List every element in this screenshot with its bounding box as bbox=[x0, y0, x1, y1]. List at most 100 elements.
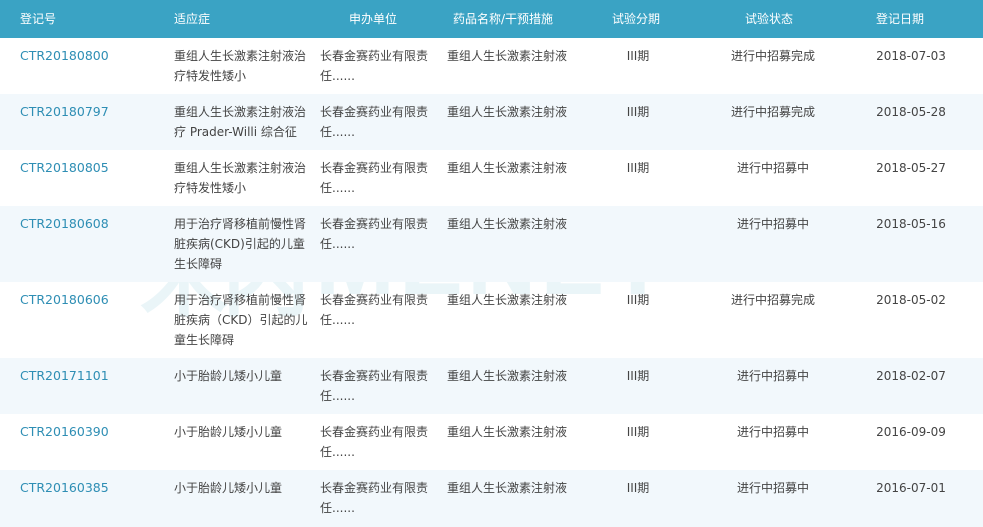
table-row[interactable]: CTR20160390 小于胎龄儿矮小儿童 长春金赛药业有限责 任...... 重组人生… bbox=[0, 414, 983, 470]
indication-cell: 用于治疗肾移植前慢性肾 脏疾病(CKD)引起的儿童 生长障碍 bbox=[174, 214, 312, 274]
registration-no-link[interactable]: CTR20180805 bbox=[20, 160, 109, 175]
indication-line: 小于胎龄儿矮小儿童 bbox=[174, 369, 283, 383]
drug-cell: 重组人生长激素注射液 bbox=[447, 161, 568, 175]
status-cell: 进行中招募完成 bbox=[730, 293, 815, 307]
applicant-cell: 长春金赛药业有限责 任...... bbox=[320, 214, 438, 254]
trial-table-body: CTR20180800 重组人生长激素注射液治 疗特发性矮小 长春金赛药业有限责 任..… bbox=[0, 38, 983, 527]
registration-no-link[interactable]: CTR20180608 bbox=[20, 216, 109, 231]
header-applicant: 申办单位 bbox=[349, 12, 398, 26]
table-row[interactable]: CTR20180608 用于治疗肾移植前慢性肾 脏疾病(CKD)引起的儿童 生长障碍长… bbox=[0, 206, 983, 282]
registration-no-link[interactable]: CTR20160385 bbox=[20, 480, 109, 495]
registration-no-cell: CTR20160385 bbox=[20, 478, 160, 498]
indication-line: 疗 Prader-Willi 综合征 bbox=[174, 125, 297, 139]
applicant-line: 任...... bbox=[320, 237, 355, 251]
header-indication: 适应症 bbox=[174, 12, 211, 26]
status-cell: 进行中招募中 bbox=[736, 369, 809, 383]
table-row[interactable]: CTR20180805 重组人生长激素注射液治 疗特发性矮小 长春金赛药业有限责 任..… bbox=[0, 150, 983, 206]
status-cell: 进行中招募中 bbox=[736, 481, 809, 495]
phase-cell: III期 bbox=[626, 481, 650, 495]
applicant-line: 任...... bbox=[320, 69, 355, 83]
table-row[interactable]: CTR20160385 小于胎龄儿矮小儿童 长春金赛药业有限责 任...... 重组人生… bbox=[0, 470, 983, 527]
status-cell: 进行中招募完成 bbox=[730, 105, 815, 119]
applicant-cell: 长春金赛药业有限责 任...... bbox=[320, 102, 438, 142]
date-cell: 2018-07-03 bbox=[876, 49, 946, 63]
indication-cell: 重组人生长激素注射液治疗 Prader-Willi 综合征 bbox=[174, 102, 312, 142]
registration-no-link[interactable]: CTR20171101 bbox=[20, 368, 109, 383]
table-row[interactable]: CTR20180800 重组人生长激素注射液治 疗特发性矮小 长春金赛药业有限责 任..… bbox=[0, 38, 983, 94]
indication-cell: 重组人生长激素注射液治 疗特发性矮小 bbox=[174, 158, 312, 198]
drug-cell: 重组人生长激素注射液 bbox=[447, 105, 568, 119]
date-cell: 2016-07-01 bbox=[876, 481, 946, 495]
registration-no-cell: CTR20180797 bbox=[20, 102, 160, 122]
applicant-line: 长春金赛药业有限责 bbox=[320, 425, 429, 439]
registration-no-link[interactable]: CTR20180606 bbox=[20, 292, 109, 307]
applicant-line: 长春金赛药业有限责 bbox=[320, 49, 429, 63]
header-phase: 试验分期 bbox=[612, 12, 661, 26]
applicant-line: 长春金赛药业有限责 bbox=[320, 481, 429, 495]
applicant-line: 任...... bbox=[320, 389, 355, 403]
drug-cell: 重组人生长激素注射液 bbox=[447, 369, 568, 383]
table-row[interactable]: CTR20180606 用于治疗肾移植前慢性肾 脏疾病（CKD）引起的儿 童生长障碍长… bbox=[0, 282, 983, 358]
registration-no-cell: CTR20171101 bbox=[20, 366, 160, 386]
header-date: 登记日期 bbox=[876, 12, 925, 26]
table-row[interactable]: CTR20180797 重组人生长激素注射液治疗 Prader-Willi 综合征… bbox=[0, 94, 983, 150]
date-cell: 2018-02-07 bbox=[876, 369, 946, 383]
applicant-line: 长春金赛药业有限责 bbox=[320, 217, 429, 231]
applicant-line: 长春金赛药业有限责 bbox=[320, 369, 429, 383]
indication-line: 重组人生长激素注射液治 bbox=[174, 105, 307, 119]
indication-cell: 小于胎龄儿矮小儿童 bbox=[174, 366, 312, 386]
header-drug: 药品名称/干预措施 bbox=[453, 12, 554, 26]
date-cell: 2018-05-27 bbox=[876, 161, 946, 175]
indication-line: 脏疾病（CKD）引起的儿 bbox=[174, 313, 308, 327]
date-cell: 2016-09-09 bbox=[876, 425, 946, 439]
registration-no-link[interactable]: CTR20180800 bbox=[20, 48, 109, 63]
drug-cell: 重组人生长激素注射液 bbox=[447, 425, 568, 439]
applicant-line: 任...... bbox=[320, 445, 355, 459]
indication-cell: 重组人生长激素注射液治 疗特发性矮小 bbox=[174, 46, 312, 86]
applicant-line: 任...... bbox=[320, 125, 355, 139]
registration-no-link[interactable]: CTR20180797 bbox=[20, 104, 109, 119]
date-cell: 2018-05-02 bbox=[876, 293, 946, 307]
phase-cell: III期 bbox=[626, 161, 650, 175]
applicant-cell: 长春金赛药业有限责 任...... bbox=[320, 46, 438, 86]
status-cell: 进行中招募中 bbox=[736, 161, 809, 175]
phase-cell: III期 bbox=[626, 369, 650, 383]
table-row[interactable]: CTR20171101 小于胎龄儿矮小儿童 长春金赛药业有限责 任...... 重组人生… bbox=[0, 358, 983, 414]
indication-line: 生长障碍 bbox=[174, 257, 223, 271]
drug-cell: 重组人生长激素注射液 bbox=[447, 293, 568, 307]
indication-line: 用于治疗肾移植前慢性肾 bbox=[174, 293, 307, 307]
phase-cell: III期 bbox=[626, 105, 650, 119]
applicant-line: 长春金赛药业有限责 bbox=[320, 105, 429, 119]
applicant-line: 任...... bbox=[320, 313, 355, 327]
indication-line: 小于胎龄儿矮小儿童 bbox=[174, 481, 283, 495]
status-cell: 进行中招募完成 bbox=[730, 49, 815, 63]
registration-no-cell: CTR20180608 bbox=[20, 214, 160, 234]
registration-no-cell: CTR20180800 bbox=[20, 46, 160, 66]
phase-cell: III期 bbox=[626, 293, 650, 307]
registration-no-link[interactable]: CTR20160390 bbox=[20, 424, 109, 439]
status-cell: 进行中招募中 bbox=[736, 217, 809, 231]
indication-line: 小于胎龄儿矮小儿童 bbox=[174, 425, 283, 439]
phase-cell: III期 bbox=[626, 425, 650, 439]
indication-line: 重组人生长激素注射液治 bbox=[174, 49, 307, 63]
applicant-line: 长春金赛药业有限责 bbox=[320, 293, 429, 307]
registration-no-cell: CTR20180606 bbox=[20, 290, 160, 310]
indication-line: 脏疾病(CKD)引起的儿童 bbox=[174, 237, 305, 251]
indication-line: 疗特发性矮小 bbox=[174, 181, 247, 195]
registration-no-cell: CTR20180805 bbox=[20, 158, 160, 178]
header-registration-no: 登记号 bbox=[20, 12, 57, 26]
indication-line: 用于治疗肾移植前慢性肾 bbox=[174, 217, 307, 231]
indication-cell: 用于治疗肾移植前慢性肾 脏疾病（CKD）引起的儿 童生长障碍 bbox=[174, 290, 312, 350]
applicant-line: 长春金赛药业有限责 bbox=[320, 161, 429, 175]
indication-line: 疗特发性矮小 bbox=[174, 69, 247, 83]
applicant-line: 任...... bbox=[320, 501, 355, 515]
registration-no-cell: CTR20160390 bbox=[20, 422, 160, 442]
date-cell: 2018-05-28 bbox=[876, 105, 946, 119]
phase-cell: III期 bbox=[626, 49, 650, 63]
applicant-cell: 长春金赛药业有限责 任...... bbox=[320, 422, 438, 462]
indication-line: 重组人生长激素注射液治 bbox=[174, 161, 307, 175]
date-cell: 2018-05-16 bbox=[876, 217, 946, 231]
applicant-line: 任...... bbox=[320, 181, 355, 195]
drug-cell: 重组人生长激素注射液 bbox=[447, 49, 568, 63]
status-cell: 进行中招募中 bbox=[736, 425, 809, 439]
